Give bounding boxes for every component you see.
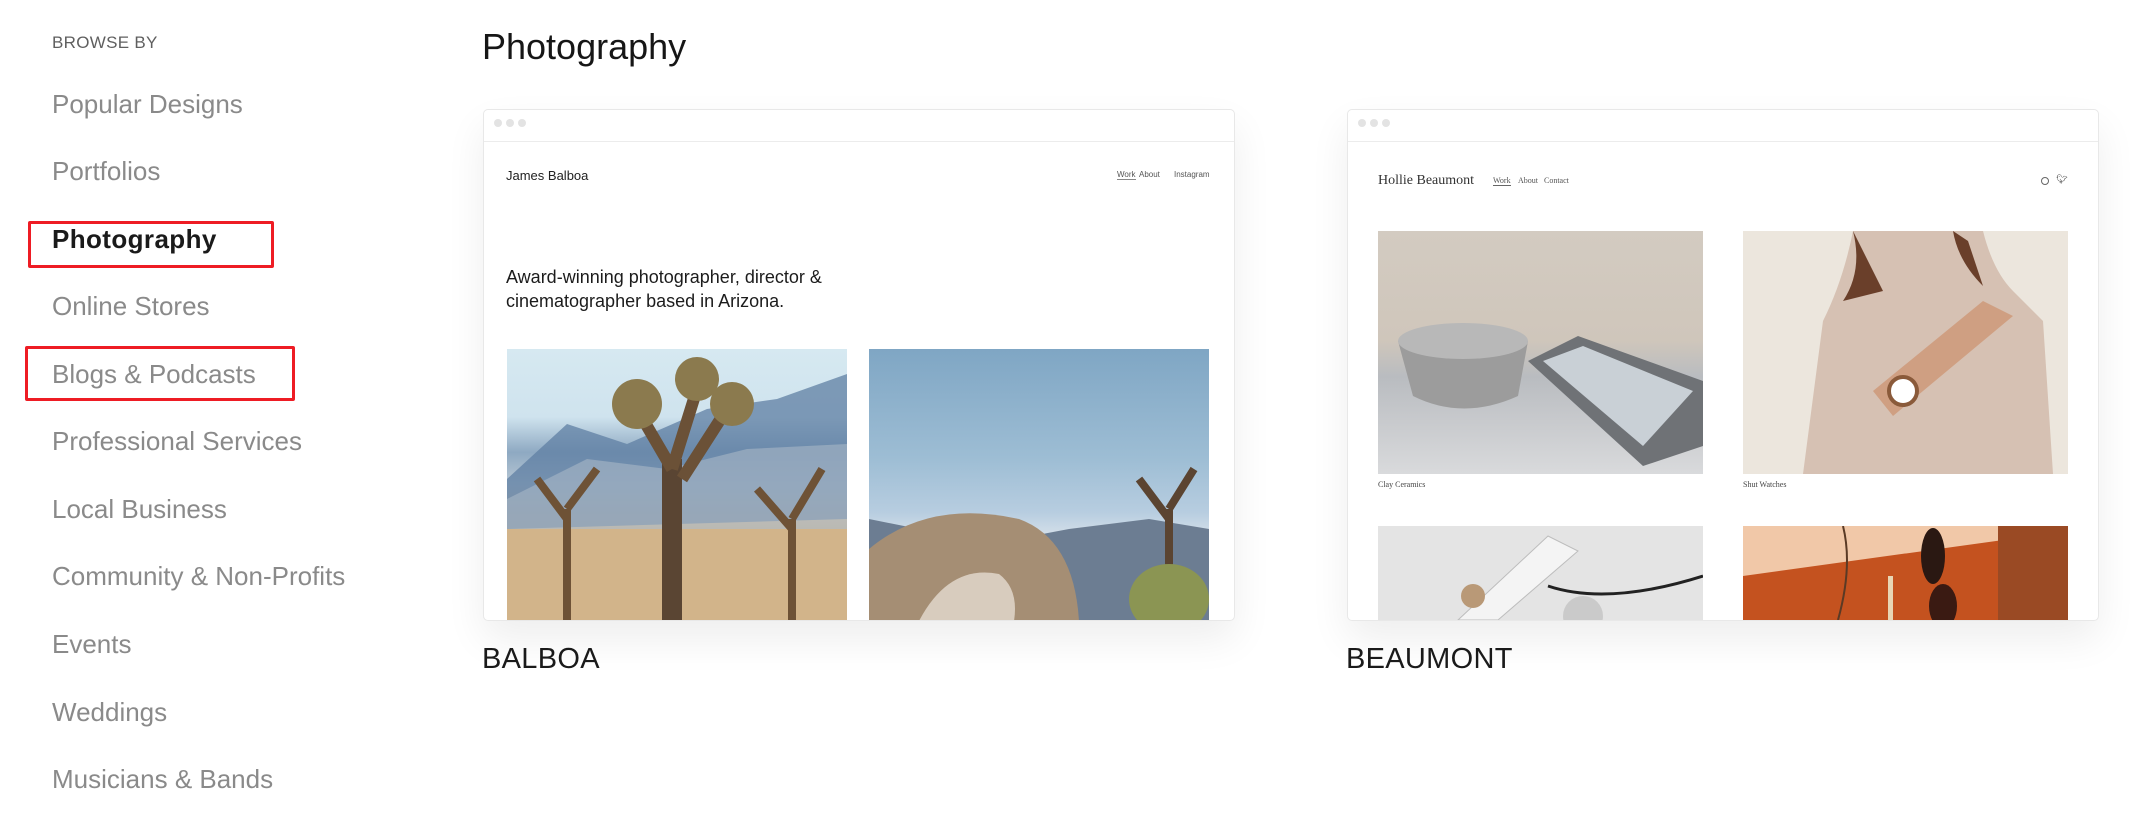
sidebar-item-events[interactable]: Events <box>52 629 132 659</box>
page-title: Photography <box>482 26 687 67</box>
window-dot <box>494 119 502 127</box>
ceramic-bowl-image <box>1378 231 1703 474</box>
sidebar-item-weddings[interactable]: Weddings <box>52 697 167 727</box>
window-dot <box>518 119 526 127</box>
preview-site-name: Hollie Beaumont <box>1378 173 1475 188</box>
highlight-box-photography <box>28 221 274 268</box>
sunglasses-orange-image <box>1743 526 2068 620</box>
preview-caption: Clay Ceramics <box>1378 480 1426 489</box>
preview-caption: Shut Watches <box>1743 480 1787 489</box>
watch-sweater-image <box>1743 231 2068 474</box>
preview-nav-about: About <box>1139 170 1160 179</box>
highlight-box-blogs-podcasts <box>25 346 295 401</box>
browser-bar <box>484 110 1234 142</box>
sidebar-item-online-stores[interactable]: Online Stores <box>52 291 210 321</box>
preview-nav-about: About <box>1518 176 1538 185</box>
instagram-icon <box>2041 177 2049 185</box>
sidebar: BROWSE BY Popular Designs Portfolios Pho… <box>0 0 420 824</box>
window-dot <box>1358 119 1366 127</box>
rock-arch-desert-image <box>869 349 1209 620</box>
sidebar-item-local-business[interactable]: Local Business <box>52 494 227 524</box>
sidebar-item-musicians-bands[interactable]: Musicians & Bands <box>52 764 273 794</box>
sidebar-item-professional-services[interactable]: Professional Services <box>52 426 302 456</box>
window-dot <box>1382 119 1390 127</box>
preview-nav-work: Work <box>1117 170 1136 180</box>
window-dot <box>506 119 514 127</box>
power-strip-image <box>1378 526 1703 620</box>
browse-by-heading: BROWSE BY <box>52 33 158 52</box>
browser-bar <box>1348 110 2098 142</box>
preview-nav-work: Work <box>1493 176 1511 186</box>
twitter-icon: 🐦︎ <box>2056 174 2068 184</box>
template-card-beaumont[interactable]: Hollie Beaumont Work About Contact 🐦︎ Cl… <box>1347 109 2099 621</box>
preview-site-name: James Balboa <box>506 168 589 183</box>
preview-headline-line2: cinematographer based in Arizona. <box>506 291 785 311</box>
template-card-balboa[interactable]: James Balboa Work About Instagram Award-… <box>483 109 1235 621</box>
template-name-balboa[interactable]: BALBOA <box>482 643 600 676</box>
template-name-beaumont[interactable]: BEAUMONT <box>1346 643 1513 676</box>
preview-nav-contact: Contact <box>1544 176 1569 185</box>
sidebar-item-popular-designs[interactable]: Popular Designs <box>52 89 243 119</box>
preview-nav-instagram: Instagram <box>1174 170 1210 179</box>
sidebar-item-community-non-profits[interactable]: Community & Non-Profits <box>52 561 345 591</box>
joshua-tree-desert-image <box>507 349 847 620</box>
preview-headline-line1: Award-winning photographer, director & <box>506 267 822 287</box>
sidebar-item-portfolios[interactable]: Portfolios <box>52 156 160 186</box>
window-dot <box>1370 119 1378 127</box>
